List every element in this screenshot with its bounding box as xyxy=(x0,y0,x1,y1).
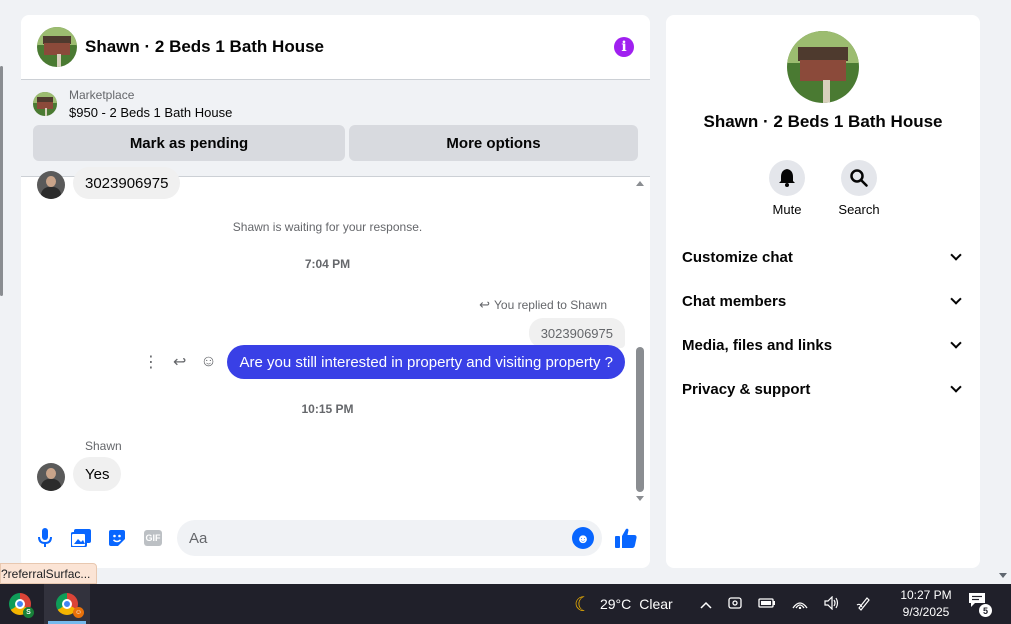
clock-time: 10:27 PM xyxy=(900,588,952,602)
message-list: 3023906975 Shawn is waiting for your res… xyxy=(21,167,650,507)
chevron-down-icon xyxy=(950,249,962,261)
clock-date: 9/3/2025 xyxy=(902,605,950,619)
timestamp-1: 7:04 PM xyxy=(304,257,351,271)
photo-icon[interactable] xyxy=(69,526,93,550)
section-privacy-support[interactable]: Privacy & support xyxy=(682,367,964,411)
chat-panel: Shawn · 2 Beds 1 Bath House i Marketplac… xyxy=(21,15,650,568)
gif-icon[interactable]: GIF xyxy=(141,526,165,550)
scroll-up-arrow-icon[interactable] xyxy=(636,181,644,186)
info-sections: Customize chat Chat members Media, files… xyxy=(682,235,964,411)
bell-icon[interactable] xyxy=(769,160,805,196)
chat-title[interactable]: Shawn · 2 Beds 1 Bath House xyxy=(85,37,614,57)
listing-profile-photo[interactable] xyxy=(787,31,859,103)
system-clock[interactable]: 10:27 PM 9/3/2025 xyxy=(896,587,956,621)
timestamp-2: 10:15 PM xyxy=(301,402,354,416)
notification-count-badge: 5 xyxy=(979,604,992,617)
section-customize-chat[interactable]: Customize chat xyxy=(682,235,964,279)
chat-header: Shawn · 2 Beds 1 Bath House i xyxy=(21,15,650,80)
chevron-up-icon[interactable] xyxy=(700,596,712,612)
react-emoji-icon[interactable]: ☺ xyxy=(200,353,216,371)
system-tray xyxy=(700,584,872,624)
chevron-down-icon xyxy=(950,337,962,349)
listing-price-title[interactable]: $950 - 2 Beds 1 Bath House xyxy=(69,105,232,120)
composer: GIF Aa ☻ xyxy=(21,520,650,556)
info-panel-title: Shawn · 2 Beds 1 Bath House xyxy=(703,112,943,131)
mute-button[interactable]: Mute xyxy=(769,160,805,217)
chrome-app-icon[interactable]: S xyxy=(0,584,40,624)
conversation-info-panel: Shawn · 2 Beds 1 Bath House Mute Search … xyxy=(666,15,980,568)
scroll-down-arrow-icon[interactable] xyxy=(636,496,644,501)
moon-icon: ☾ xyxy=(574,593,592,616)
reply-indicator-text: You replied to Shawn xyxy=(494,298,607,312)
mute-label: Mute xyxy=(772,202,802,217)
reply-icon: ↩ xyxy=(479,297,491,312)
status-url-tooltip: ?referralSurfac... xyxy=(0,563,98,584)
sticker-icon[interactable] xyxy=(105,526,129,550)
search-label: Search xyxy=(838,202,880,217)
shawn-avatar-2[interactable] xyxy=(37,463,65,491)
outgoing-message[interactable]: Are you still interested in property and… xyxy=(227,345,625,379)
scroll-down-arrow-icon[interactable] xyxy=(999,573,1007,578)
battery-icon[interactable] xyxy=(758,596,776,612)
sender-name: Shawn xyxy=(85,439,122,453)
like-thumb-icon[interactable] xyxy=(614,526,638,550)
marketplace-banner: Marketplace $950 - 2 Beds 1 Bath House M… xyxy=(21,80,650,177)
reply-action-icon[interactable]: ↩ xyxy=(173,352,186,372)
profile-badge-icon: ☺ xyxy=(73,607,84,618)
incoming-message-yes[interactable]: Yes xyxy=(73,457,122,491)
more-actions-icon[interactable]: ⋮ xyxy=(143,352,159,372)
wifi-icon[interactable] xyxy=(792,596,808,612)
waiting-notice: Shawn is waiting for your response. xyxy=(232,220,423,234)
chevron-down-icon xyxy=(950,381,962,393)
section-chat-members[interactable]: Chat members xyxy=(682,279,964,323)
message-input[interactable]: Aa ☻ xyxy=(177,520,602,556)
incoming-message-phone[interactable]: 3023906975 xyxy=(73,167,181,199)
profile-badge-icon: S xyxy=(23,607,34,618)
scroll-thumb[interactable] xyxy=(636,347,644,492)
message-actions: ⋮ ↩ ☺ xyxy=(143,352,217,372)
chevron-down-icon xyxy=(950,293,962,305)
section-media-files-links[interactable]: Media, files and links xyxy=(682,323,964,367)
listing-avatar[interactable] xyxy=(37,27,77,67)
emoji-icon[interactable]: ☻ xyxy=(572,527,594,549)
pen-icon[interactable] xyxy=(856,595,872,614)
temperature: 29°C xyxy=(599,596,632,612)
microphone-icon[interactable] xyxy=(33,526,57,550)
volume-icon[interactable] xyxy=(824,595,840,613)
search-button[interactable]: Search xyxy=(838,160,880,217)
page-scrollbar[interactable] xyxy=(995,0,1011,584)
shawn-avatar[interactable] xyxy=(37,171,65,199)
more-options-button[interactable]: More options xyxy=(349,125,638,161)
info-icon[interactable]: i xyxy=(614,37,634,57)
message-input-placeholder: Aa xyxy=(189,529,208,547)
weather-condition: Clear xyxy=(639,596,673,612)
search-icon[interactable] xyxy=(841,160,877,196)
weather-widget[interactable]: ☾ 29°C Clear xyxy=(574,584,673,624)
taskbar: S ☺ ☾ 29°C Clear 10:27 PM 9/3/2025 5 xyxy=(0,584,1011,624)
mark-pending-button[interactable]: Mark as pending xyxy=(33,125,345,161)
quoted-message[interactable]: 3023906975 xyxy=(528,318,625,348)
marketplace-label: Marketplace xyxy=(69,88,135,102)
listing-thumbnail[interactable] xyxy=(33,92,57,116)
info-actions: Mute Search xyxy=(666,160,980,217)
message-scrollbar[interactable] xyxy=(636,181,644,501)
left-edge-scrollbar[interactable] xyxy=(0,66,3,296)
chrome-app-icon-active[interactable]: ☺ xyxy=(44,584,90,624)
camera-icon[interactable] xyxy=(728,596,742,613)
reply-indicator: ↩ You replied to Shawn xyxy=(479,297,607,313)
